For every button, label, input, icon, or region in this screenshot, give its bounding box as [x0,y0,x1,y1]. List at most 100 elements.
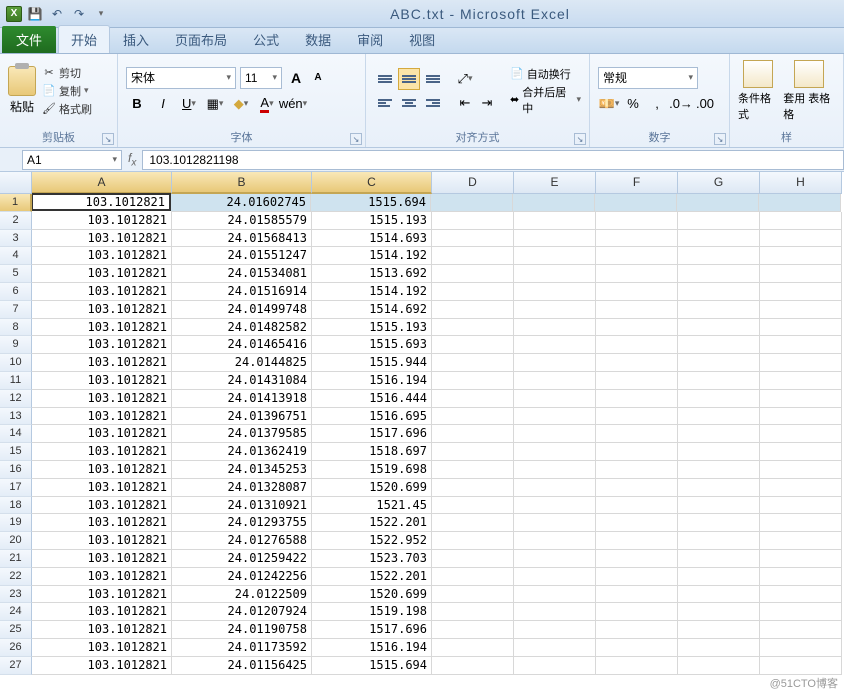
cell[interactable]: 103.1012821 [32,390,172,408]
font-size-select[interactable]: 11▾ [240,67,282,89]
cell[interactable]: 24.01499748 [172,301,312,319]
col-header-e[interactable]: E [514,172,596,194]
cell[interactable] [432,514,514,532]
cell[interactable] [678,443,760,461]
undo-button[interactable]: ↶ [48,5,66,23]
cell[interactable]: 103.1012821 [32,461,172,479]
cell[interactable]: 103.1012821 [32,354,172,372]
cell[interactable]: 24.01379585 [172,425,312,443]
cell[interactable]: 1515.944 [312,354,432,372]
cell[interactable] [596,425,678,443]
cell[interactable]: 103.1012821 [32,265,172,283]
row-header[interactable]: 23 [0,586,32,604]
decrease-font-button[interactable]: A [308,68,328,88]
cell[interactable] [432,408,514,426]
align-left-button[interactable] [374,92,396,114]
table-row[interactable]: 103.101282124.013280871520.699 [32,479,844,497]
cell[interactable] [596,247,678,265]
cell[interactable] [596,354,678,372]
cell[interactable] [596,657,678,675]
table-row[interactable]: 103.101282124.012765881522.952 [32,532,844,550]
table-row[interactable]: 103.101282124.016027451515.694 [32,194,844,212]
cell[interactable] [596,621,678,639]
table-row[interactable]: 103.101282124.013452531519.698 [32,461,844,479]
cell[interactable]: 103.1012821 [32,193,171,211]
cell[interactable] [432,372,514,390]
col-header-h[interactable]: H [760,172,842,194]
cell[interactable] [677,194,759,212]
cell[interactable] [596,319,678,337]
cell[interactable] [432,247,514,265]
file-tab[interactable]: 文件 [2,26,56,53]
cell[interactable]: 24.01585579 [172,212,312,230]
cell[interactable] [678,586,760,604]
cell[interactable] [678,621,760,639]
cell[interactable] [760,230,842,248]
tab-home[interactable]: 开始 [58,25,110,53]
tab-review[interactable]: 审阅 [344,25,396,53]
cell[interactable] [760,532,842,550]
cell[interactable]: 24.01242256 [172,568,312,586]
cell[interactable] [678,319,760,337]
cell[interactable] [678,603,760,621]
cell[interactable] [760,212,842,230]
cell[interactable] [678,265,760,283]
cell[interactable]: 1515.694 [311,194,431,212]
cell[interactable] [760,425,842,443]
align-middle-button[interactable] [398,68,420,90]
cell[interactable]: 24.01482582 [172,319,312,337]
cell[interactable] [514,390,596,408]
cell[interactable] [432,497,514,515]
cell[interactable] [678,425,760,443]
row-header[interactable]: 21 [0,550,32,568]
cell[interactable]: 103.1012821 [32,443,172,461]
increase-decimal-button[interactable]: .0→ [670,93,692,115]
orientation-button[interactable]: ⤢▾ [454,68,476,90]
col-header-g[interactable]: G [678,172,760,194]
cell[interactable]: 1516.695 [312,408,432,426]
cell[interactable] [678,550,760,568]
cell[interactable] [514,514,596,532]
cell[interactable]: 24.01602745 [171,194,311,212]
cell[interactable]: 1517.696 [312,425,432,443]
cell[interactable] [760,514,842,532]
cell[interactable]: 103.1012821 [32,621,172,639]
format-table-button[interactable]: 套用 表格格 [783,60,835,122]
cell[interactable] [432,336,514,354]
decrease-decimal-button[interactable]: .00 [694,93,716,115]
row-header[interactable]: 12 [0,390,32,408]
cell[interactable] [596,265,678,283]
cell[interactable]: 24.01551247 [172,247,312,265]
cell[interactable] [760,568,842,586]
cell[interactable] [431,194,513,212]
tab-data[interactable]: 数据 [292,25,344,53]
tab-page-layout[interactable]: 页面布局 [162,25,240,53]
cell[interactable]: 1515.193 [312,319,432,337]
cell[interactable]: 24.01345253 [172,461,312,479]
cut-button[interactable]: ✂剪切 [42,65,92,81]
cell[interactable] [596,550,678,568]
cell[interactable] [760,586,842,604]
cell[interactable]: 103.1012821 [32,586,172,604]
table-row[interactable]: 103.101282124.015512471514.192 [32,247,844,265]
cell[interactable] [432,550,514,568]
cell[interactable] [760,372,842,390]
cell[interactable] [678,301,760,319]
save-button[interactable]: 💾 [26,5,44,23]
cell[interactable]: 24.01431084 [172,372,312,390]
cell[interactable] [596,283,678,301]
cell[interactable]: 1519.198 [312,603,432,621]
cell[interactable]: 103.1012821 [32,247,172,265]
merge-center-button[interactable]: ⬌合并后居中▾ [510,84,581,116]
copy-button[interactable]: 📄复制▾ [42,83,92,99]
cell[interactable] [514,247,596,265]
cell[interactable] [514,372,596,390]
col-header-c[interactable]: C [312,172,432,194]
cell[interactable] [596,408,678,426]
cell[interactable]: 24.01190758 [172,621,312,639]
cell[interactable] [678,639,760,657]
cell[interactable]: 1520.699 [312,479,432,497]
paste-button[interactable]: 粘贴 [8,66,36,115]
cell[interactable] [760,621,842,639]
cell[interactable] [432,461,514,479]
